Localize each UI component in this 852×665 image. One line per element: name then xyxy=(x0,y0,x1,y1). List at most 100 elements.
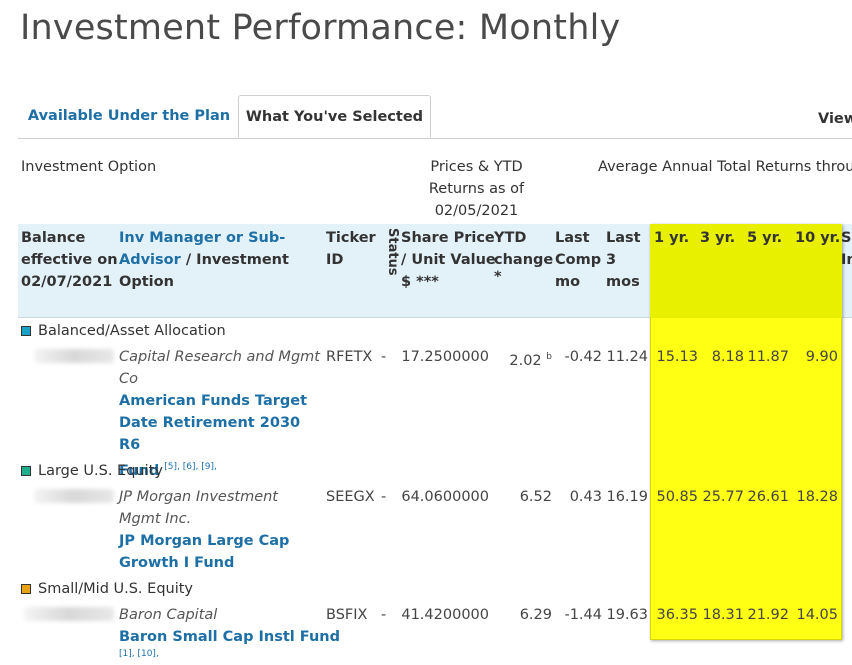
ticker-cell: BSFIX xyxy=(326,607,368,623)
yr3-cell: 18.31 xyxy=(702,607,744,623)
col-header-text: / Investment xyxy=(180,252,289,268)
tab-what-youve-selected[interactable]: What You've Selected xyxy=(238,95,431,138)
fund-line[interactable]: Baron Small Cap Instl Fund xyxy=(119,626,349,648)
col-header-text: ID xyxy=(326,252,344,268)
col-header-text: $ *** xyxy=(401,274,439,290)
col-header-text: Share Price xyxy=(401,230,495,246)
fund-line[interactable]: Date Retirement 2030 R6 xyxy=(119,412,319,456)
col-header-ytd: YTD change * xyxy=(494,227,554,284)
sort-advisor-link[interactable]: Advisor xyxy=(119,252,181,268)
col-header-ticker: Ticker ID xyxy=(326,227,376,271)
col-header-5-yr: 5 yr. xyxy=(747,230,783,246)
status-cell: - xyxy=(381,489,387,505)
redacted-balance xyxy=(34,489,114,503)
yr3-cell: 8.18 xyxy=(711,349,744,365)
col-header-text: 02/07/2021 xyxy=(21,274,113,290)
yr5-cell: 11.87 xyxy=(747,349,789,365)
col-header-text: 3 xyxy=(606,252,617,268)
tab-divider xyxy=(18,138,852,139)
col-header-text: Last xyxy=(555,230,590,246)
yr1-cell: 15.13 xyxy=(656,349,698,365)
category-balanced: Balanced/Asset Allocation xyxy=(21,320,226,342)
col-header-status: Status xyxy=(385,228,400,276)
col-header-text: Si xyxy=(841,230,852,246)
yr5-cell: 21.92 xyxy=(747,607,789,623)
ytd-cell: 2.02 b xyxy=(494,346,552,372)
category-large-us-equity: Large U.S. Equity xyxy=(21,460,163,482)
yr10-cell: 9.90 xyxy=(805,349,838,365)
col-header-text: Ticker xyxy=(326,230,376,246)
col-header-text: In xyxy=(841,252,852,268)
share-price-cell: 64.0600000 xyxy=(401,489,489,505)
manager-name: JP Morgan Investment Mgmt Inc. xyxy=(119,486,329,530)
fund-line[interactable]: American Funds Target xyxy=(119,390,319,412)
group-header-investment-option: Investment Option xyxy=(21,159,157,175)
col-header-text: mo xyxy=(555,274,581,290)
category-label: Balanced/Asset Allocation xyxy=(38,323,226,339)
last3-cell: 19.63 xyxy=(606,607,648,623)
col-header-text: Last xyxy=(606,230,641,246)
category-color-square-icon xyxy=(21,326,31,336)
group-header-avg-annual-returns: Average Annual Total Returns throu xyxy=(598,159,852,175)
yr1-cell: 36.35 xyxy=(656,607,698,623)
status-cell: - xyxy=(381,607,387,623)
ytd-cell: 6.52 xyxy=(519,489,552,505)
category-label: Large U.S. Equity xyxy=(38,463,163,479)
share-price-cell: 41.4200000 xyxy=(401,607,489,623)
manager-line: Co xyxy=(119,371,138,387)
col-header-share-price: Share Price / Unit Value $ *** xyxy=(401,227,496,293)
category-label: Small/Mid U.S. Equity xyxy=(38,581,194,597)
col-header-text: change xyxy=(494,252,554,268)
yr1-cell: 50.85 xyxy=(656,489,698,505)
prices-header-line: Returns as of xyxy=(428,181,525,197)
category-color-square-icon xyxy=(21,466,31,476)
last-comp-cell: -0.42 xyxy=(564,349,602,365)
ytd-cell: 6.29 xyxy=(519,607,552,623)
prices-header-line: Prices & YTD xyxy=(430,159,523,175)
col-header-text: Option xyxy=(119,274,174,290)
redacted-balance xyxy=(34,349,114,363)
category-small-mid-us-equity: Small/Mid U.S. Equity xyxy=(21,578,193,600)
last3-cell: 11.24 xyxy=(606,349,648,365)
last3-cell: 16.19 xyxy=(606,489,648,505)
tab-available-under-plan[interactable]: Available Under the Plan xyxy=(20,95,238,138)
col-header-text: Balance xyxy=(21,230,86,246)
ytd-value: 2.02 xyxy=(509,352,542,369)
ticker-cell: RFETX xyxy=(326,349,373,365)
redacted-balance xyxy=(24,607,114,621)
manager-name: Capital Research and Mgmt Co xyxy=(119,346,329,390)
fund-line[interactable]: Growth I Fund xyxy=(119,552,319,574)
col-header-last-3-mos: Last 3 mos xyxy=(606,227,648,293)
manager-name: Baron Capital xyxy=(119,607,218,623)
manager-line: JP Morgan Investment xyxy=(119,489,278,505)
fund-line[interactable]: JP Morgan Large Cap xyxy=(119,530,319,552)
yr3-cell: 25.77 xyxy=(702,489,744,505)
fund-link-jp-morgan[interactable]: JP Morgan Large Cap Growth I Fund xyxy=(119,530,319,574)
col-header-since-inception: Si In xyxy=(841,227,852,271)
col-header-manager: Inv Manager or Sub- Advisor / Investment… xyxy=(119,227,319,293)
fund-footnotes[interactable]: [1], [10], xyxy=(119,649,159,659)
fund-link-baron[interactable]: Baron Small Cap Instl Fund [1], [10], xyxy=(119,626,349,664)
prices-header-date: 02/05/2021 xyxy=(434,203,519,219)
col-header-text: mos xyxy=(606,274,640,290)
col-header-text: / Unit Value xyxy=(401,252,496,268)
col-header-10-yr: 10 yr. xyxy=(795,230,841,246)
col-header-last-comp-mo: Last Comp mo xyxy=(555,227,603,293)
last-comp-cell: -1.44 xyxy=(564,607,602,623)
manager-line: Capital Research and Mgmt xyxy=(119,349,320,365)
share-price-cell: 17.2500000 xyxy=(401,349,489,365)
page-title: Investment Performance: Monthly xyxy=(20,8,621,48)
col-header-balance: Balance effective on 02/07/2021 xyxy=(21,227,121,293)
yr10-cell: 14.05 xyxy=(796,607,838,623)
sort-manager-link[interactable]: Inv Manager or Sub- xyxy=(119,230,285,246)
manager-line: Mgmt Inc. xyxy=(119,511,192,527)
col-header-3-yr: 3 yr. xyxy=(700,230,736,246)
col-header-text: YTD xyxy=(494,230,527,246)
ticker-cell: SEEGX xyxy=(326,489,375,505)
category-color-square-icon xyxy=(21,584,31,594)
fund-footnotes[interactable]: [5], [6], [9], xyxy=(164,462,217,472)
col-header-text: effective on xyxy=(21,252,118,268)
yr10-cell: 18.28 xyxy=(796,489,838,505)
view-link[interactable]: View xyxy=(818,111,852,127)
col-header-text: Comp xyxy=(555,252,602,268)
